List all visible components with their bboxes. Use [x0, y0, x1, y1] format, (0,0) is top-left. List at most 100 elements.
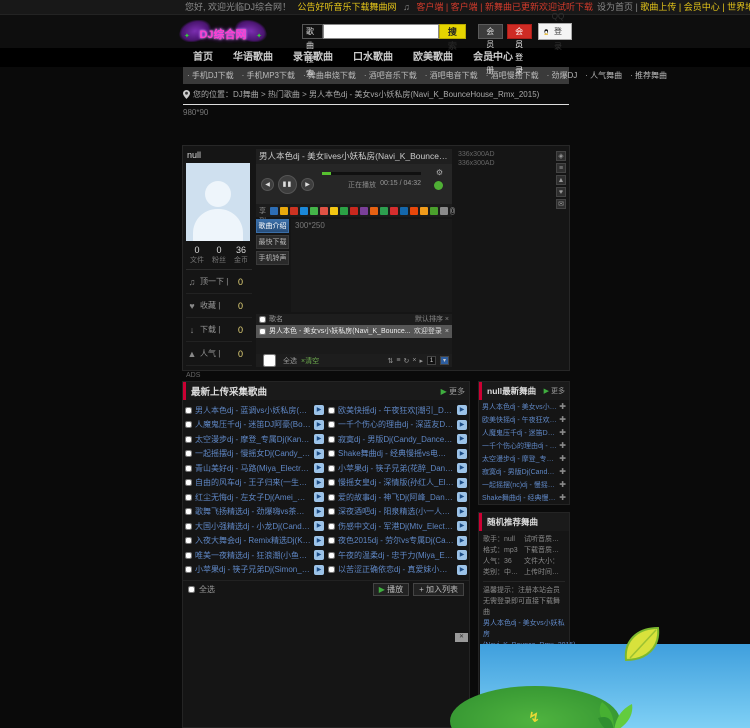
song-row[interactable]: 爱的故事dj - 神飞Dj(阿峰_Dance_Rmx_20... ▶	[328, 490, 467, 505]
song-play-icon[interactable]: ▶	[314, 405, 324, 415]
login-button[interactable]: 会员登录	[507, 24, 532, 39]
song-link[interactable]: 唯美一夜精选dj - 狂浪潮(小鱼儿_Dance_...	[195, 550, 311, 561]
nav-item[interactable]: 欧美歌曲	[403, 48, 463, 67]
song-row[interactable]: 伤感中文dj - 军港Dj(Mtv_ElectroHou... ▶	[328, 519, 467, 534]
share-service-icon[interactable]	[310, 207, 318, 215]
footer-select-all-checkbox[interactable]	[188, 586, 195, 593]
tab-fast-download[interactable]: 最快下载	[256, 235, 289, 249]
song-link[interactable]: 红尘无悔dj - 左女子Dj(Amei_Dance_Rmx_2...	[195, 492, 311, 503]
song-link[interactable]: 太空漫步dj - 摩登_专属Dj(Kane_Dance_...	[482, 454, 557, 464]
member-center-link[interactable]: 会员中心 |	[684, 2, 725, 12]
song-play-icon[interactable]: ▶	[314, 463, 324, 473]
share-service-icon[interactable]	[340, 207, 348, 215]
song-checkbox[interactable]	[328, 479, 335, 486]
select-all-label[interactable]: 全选	[283, 356, 297, 366]
song-row[interactable]: 人魔鬼压千dj - 迷笛DJ阿豪(BounceHous... ▶	[185, 418, 324, 433]
subnav-link[interactable]: · 劲爆DJ	[547, 70, 578, 81]
gear-icon[interactable]: ⚙	[436, 168, 443, 177]
song-link[interactable]: 青山美好dj - 马路(Miya_Electro_Rmx_2015)	[195, 463, 311, 474]
song-row[interactable]: 寂寞dj - 男版Dj(Candy_Dance_Rmx_2015) ▶	[328, 432, 467, 447]
pause-button[interactable]: ▮▮	[278, 175, 297, 194]
song-play-icon[interactable]: ▶	[457, 434, 467, 444]
nav-item[interactable]: 华语歌曲	[223, 48, 283, 67]
song-row[interactable]: 太空漫步dj - 摩登_专属Dj(Kane_Dance_R... ▶	[185, 432, 324, 447]
song-play-icon[interactable]: ▶	[457, 550, 467, 560]
song-checkbox[interactable]	[185, 494, 192, 501]
song-stat-row[interactable]: ♥ 收藏 | 0	[186, 294, 252, 318]
playlist-op-icon[interactable]: ×	[412, 357, 416, 364]
side-tool-icon[interactable]: ✉	[556, 199, 566, 209]
tab-mobile-ring[interactable]: 手机铃声	[256, 251, 289, 265]
share-service-icon[interactable]	[430, 207, 438, 215]
qq-login-button[interactable]: QQ登录	[538, 23, 572, 40]
song-link[interactable]: 一起摇摆dj - 慢摇女Dj(Candy_Dance_R...	[195, 448, 311, 459]
nav-item[interactable]: 录音歌曲	[283, 48, 343, 67]
song-play-icon[interactable]: ▶	[314, 521, 324, 531]
playlist-page-dropdown[interactable]: ▾	[440, 356, 449, 365]
song-checkbox[interactable]	[328, 465, 335, 472]
song-row[interactable]: 青山美好dj - 马路(Miya_Electro_Rmx_2015) ▶	[185, 461, 324, 476]
song-link[interactable]: 深夜酒吧dj - 阳泉精选(小一人_House_Rm...	[338, 506, 454, 517]
more-link[interactable]: ▶ 更多	[544, 386, 565, 396]
progress-bar[interactable]	[322, 172, 421, 175]
playlist-active-row[interactable]: 男人本色 - 美女vs小妖私房(Navi_K_Bounce... 欢迎登录 ×	[256, 325, 452, 338]
song-stat-row[interactable]: ♫ 顶一下 | 0	[186, 270, 252, 294]
subnav-link[interactable]: · 手机MP3下载	[242, 70, 295, 81]
song-row[interactable]: 一起摇摆dj - 慢摇女Dj(Candy_Dance_R... ▶	[185, 447, 324, 462]
member-song-row[interactable]: 欧美快摇dj - 午夜狂欢[潮引_Dance_Rmx... ✚	[479, 413, 569, 426]
song-play-icon[interactable]: ▶	[457, 420, 467, 430]
member-song-row[interactable]: 一起摇摆(nc)dj - 慢摇女Dj(Candy_Dance_... ✚	[479, 478, 569, 491]
playlist-row-close-icon[interactable]: ×	[445, 325, 449, 338]
song-checkbox[interactable]	[328, 566, 335, 573]
member-song-row[interactable]: Shake舞曲dj - 经典慢摇vs电音_最新(Shad... ✚	[479, 491, 569, 504]
side-tool-icon[interactable]: ▲	[556, 175, 566, 185]
song-play-icon[interactable]: ▶	[314, 478, 324, 488]
song-checkbox[interactable]	[185, 465, 192, 472]
song-link[interactable]: 男人本色dj - 美女vs小妖私房(Navi_K_Bounc...	[482, 402, 557, 412]
song-link[interactable]: 歌舞飞扬精选dj - 劲爆嗨vs茶中平_专属Dj(Ka...	[195, 506, 311, 517]
add-icon[interactable]: ✚	[559, 428, 566, 437]
side-tool-icon[interactable]: ♥	[556, 187, 566, 197]
song-link[interactable]: 欧美快摇dj - 午夜狂欢[潮引_Dance_Rmx...	[338, 405, 454, 416]
song-play-icon[interactable]: ▶	[457, 463, 467, 473]
song-row[interactable]: Shake舞曲dj - 经典慢摇vs电音_最新(Shado... ▶	[328, 447, 467, 462]
uploader-username[interactable]: null	[187, 150, 252, 160]
song-play-icon[interactable]: ▶	[314, 550, 324, 560]
song-checkbox[interactable]	[328, 494, 335, 501]
song-row[interactable]: 一千个伤心的理由dj - 深蓝友Dj(Code5_B... ▶	[328, 418, 467, 433]
add-to-playlist-button[interactable]: + 加入列表	[413, 583, 464, 596]
song-link[interactable]: 人魔鬼压千dj - 迷笛DJ阿豪(BounceHous...	[482, 428, 557, 438]
song-row[interactable]: 男人本色dj - 蓝调vs小妖私房(Navi_K_Bounce... ▶	[185, 403, 324, 418]
song-row[interactable]: 入夜大舞会dj - Remix精选Dj(Kee_Bounce_Rm... ▶	[185, 534, 324, 549]
ad-close-button[interactable]: ✕	[455, 633, 468, 642]
song-play-icon[interactable]: ▶	[314, 507, 324, 517]
playlist-op-icon[interactable]: ⇅	[388, 357, 394, 365]
playlist-row-checkbox[interactable]	[259, 328, 266, 335]
song-link[interactable]: 人魔鬼压千dj - 迷笛DJ阿豪(BounceHous...	[195, 419, 311, 430]
song-link[interactable]: 一起摇摆(nc)dj - 慢摇女Dj(Candy_Dance_...	[482, 480, 557, 490]
song-link[interactable]: 一千个伤心的理由dj - 深蓝友Dj(Code5_B...	[338, 419, 454, 430]
song-link[interactable]: 夜色2015dj - 劳尔vs专属Dj(Candy_Danc...	[338, 535, 454, 546]
playlist-page-number[interactable]: 1	[427, 356, 436, 365]
song-row[interactable]: 欧美快摇dj - 午夜狂欢[潮引_Dance_Rmx... ▶	[328, 403, 467, 418]
share-service-icon[interactable]	[300, 207, 308, 215]
song-checkbox[interactable]	[185, 407, 192, 414]
song-checkbox[interactable]	[328, 421, 335, 428]
song-row[interactable]: 红尘无悔dj - 左女子Dj(Amei_Dance_Rmx_2... ▶	[185, 490, 324, 505]
upload-link[interactable]: 歌曲上传 |	[640, 2, 681, 12]
song-row[interactable]: 午夜的温柔dj - 忠于力(Miya_Electro_Rmx... ▶	[328, 548, 467, 563]
song-play-icon[interactable]: ▶	[457, 536, 467, 546]
song-link[interactable]: Shake舞曲dj - 经典慢摇vs电音_最新(Shado...	[338, 448, 454, 459]
song-row[interactable]: 以苦涩正确依恋dj - 真爱妹小丁精选(小石... ▶	[328, 563, 467, 578]
song-play-icon[interactable]: ▶	[457, 565, 467, 575]
search-button[interactable]: 搜 索	[439, 24, 466, 39]
hot-links[interactable]: 客户端 | 客户端 | 新舞曲已更新欢迎试听下载	[416, 2, 593, 12]
play-selected-button[interactable]: ▶ 播放	[373, 583, 409, 596]
song-link[interactable]: 慢摇女皇dj - 深情版(孙红人_ElectroH...	[338, 477, 454, 488]
nav-item[interactable]: 会员中心	[463, 48, 523, 67]
add-icon[interactable]: ✚	[559, 467, 566, 476]
more-link[interactable]: ▶ 更多	[441, 386, 465, 397]
subnav-link[interactable]: · 酒吧电音下载	[425, 70, 478, 81]
song-row[interactable]: 唯美一夜精选dj - 狂浪潮(小鱼儿_Dance_... ▶	[185, 548, 324, 563]
subnav-link[interactable]: · 舞曲串烧下载	[303, 70, 356, 81]
